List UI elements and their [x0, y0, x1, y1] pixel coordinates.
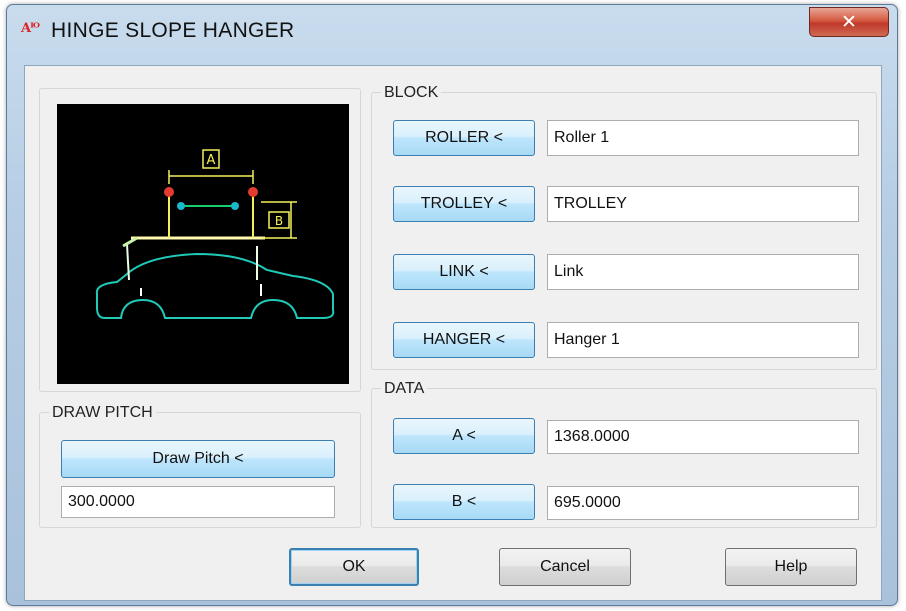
autocad-app-icon: Aᴵᴼ [21, 21, 40, 36]
draw-pitch-group-label: DRAW PITCH [49, 404, 156, 422]
link-button[interactable]: LINK < [393, 254, 535, 290]
a-field[interactable]: 1368.0000 [547, 420, 859, 454]
block-group-label: BLOCK [381, 84, 442, 102]
car-outline [95, 252, 335, 319]
link-node-left [177, 202, 185, 210]
draw-pitch-button[interactable]: Draw Pitch < [61, 440, 335, 478]
roller-button[interactable]: ROLLER < [393, 120, 535, 156]
dimension-a-text: A [207, 153, 216, 168]
hanger-field[interactable]: Hanger 1 [547, 322, 859, 358]
roller-left [164, 187, 174, 197]
hanger-bar [122, 236, 138, 248]
a-button[interactable]: A < [393, 418, 535, 454]
window-title: HINGE SLOPE HANGER [51, 19, 295, 42]
dimension-b-text: B [275, 214, 283, 228]
help-button[interactable]: Help [725, 548, 857, 586]
cancel-button[interactable]: Cancel [499, 548, 631, 586]
dimension-a-line [168, 170, 254, 184]
dialog-window: Aᴵᴼ HINGE SLOPE HANGER ✕ A B DRAW PITCH … [6, 4, 898, 606]
roller-field[interactable]: Roller 1 [547, 120, 859, 156]
dialog-client-area: A B DRAW PITCH Draw Pitch < 300.0000 BLO… [24, 65, 882, 601]
ok-button[interactable]: OK [289, 548, 419, 586]
close-button[interactable]: ✕ [809, 7, 889, 37]
hanger-button[interactable]: HANGER < [393, 322, 535, 358]
link-field[interactable]: Link [547, 254, 859, 290]
preview-image: A B [57, 104, 349, 384]
roller-right [248, 187, 258, 197]
trolley-field[interactable]: TROLLEY [547, 186, 859, 222]
hanger-diagram: A B [95, 149, 335, 319]
data-group-label: DATA [381, 380, 428, 398]
hanger-hooks [140, 284, 262, 296]
trolley-button[interactable]: TROLLEY < [393, 186, 535, 222]
b-button[interactable]: B < [393, 484, 535, 520]
b-field[interactable]: 695.0000 [547, 486, 859, 520]
draw-pitch-field[interactable]: 300.0000 [61, 486, 335, 518]
link-node-right [231, 202, 239, 210]
title-bar[interactable]: Aᴵᴼ HINGE SLOPE HANGER ✕ [7, 5, 897, 53]
